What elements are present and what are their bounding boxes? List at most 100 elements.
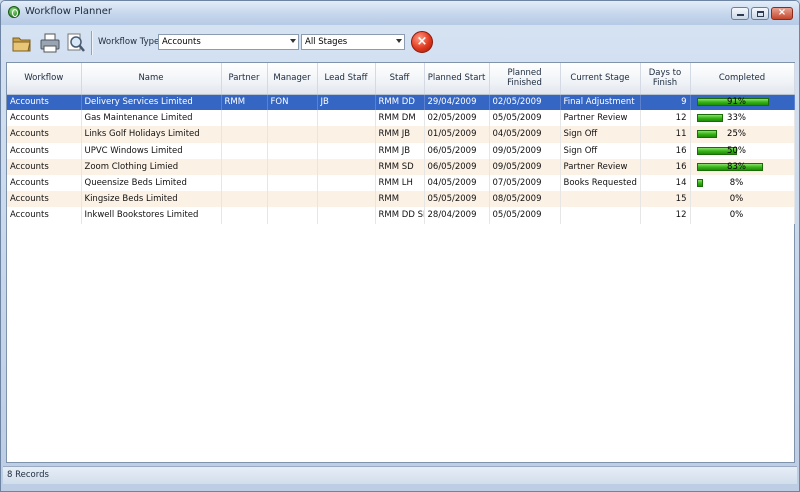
cell-name: Zoom Clothing Limied [81, 158, 222, 175]
cell-lead-staff [317, 174, 376, 192]
cell-manager [267, 110, 318, 127]
cell-lead-staff [317, 207, 376, 224]
progress-bar: 0% [697, 210, 777, 220]
cell-planned-finished: 09/05/2009 [489, 142, 561, 159]
cell-completed: 25% [690, 126, 795, 143]
stage-select[interactable]: All Stages [301, 34, 405, 50]
cell-manager: FON [267, 94, 318, 111]
cell-partner [221, 158, 268, 175]
cell-workflow: Accounts [7, 158, 82, 175]
cell-current-stage: Partner Review [560, 158, 641, 175]
print-icon[interactable] [39, 32, 61, 54]
window-title: Workflow Planner [25, 6, 112, 17]
cell-current-stage [560, 191, 641, 208]
table-row[interactable]: Accounts Delivery Services Limited RMM F… [7, 94, 795, 111]
progress-bar: 0% [697, 194, 777, 204]
minimize-button[interactable] [731, 7, 749, 20]
maximize-icon [757, 11, 764, 17]
table-row[interactable]: Accounts Gas Maintenance Limited RMM DM … [7, 110, 795, 127]
cell-name: Links Golf Holidays Limited [81, 126, 222, 143]
cell-lead-staff [317, 158, 376, 175]
cell-planned-start: 05/05/2009 [424, 191, 490, 208]
column-header-manager[interactable]: Manager [267, 63, 318, 95]
table-row[interactable]: Accounts Zoom Clothing Limied RMM SD 06/… [7, 158, 795, 175]
minimize-icon [737, 14, 744, 16]
cell-staff: RMM JB [375, 142, 425, 159]
column-header-completed[interactable]: Completed [690, 63, 795, 95]
cell-current-stage: Sign Off [560, 126, 641, 143]
table-row[interactable]: Accounts Inkwell Bookstores Limited RMM … [7, 207, 795, 224]
cell-partner [221, 126, 268, 143]
cell-completed: 33% [690, 110, 795, 127]
progress-label: 0% [729, 194, 744, 205]
cell-days-to-finish: 9 [640, 94, 691, 111]
cell-planned-start: 28/04/2009 [424, 207, 490, 224]
cell-workflow: Accounts [7, 191, 82, 208]
cell-planned-finished: 08/05/2009 [489, 191, 561, 208]
progress-label: 33% [727, 113, 746, 124]
cell-partner [221, 142, 268, 159]
column-header-name[interactable]: Name [81, 63, 222, 95]
cell-completed: 50% [690, 142, 795, 159]
stage-value: All Stages [305, 37, 348, 47]
cell-partner: RMM [221, 94, 268, 111]
close-button[interactable]: × [771, 7, 793, 20]
cell-lead-staff [317, 142, 376, 159]
cell-manager [267, 191, 318, 208]
cell-planned-start: 01/05/2009 [424, 126, 490, 143]
cell-days-to-finish: 16 [640, 158, 691, 175]
table-row[interactable]: Accounts Kingsize Beds Limited RMM 05/05… [7, 191, 795, 208]
workflow-type-select[interactable]: Accounts [158, 34, 299, 50]
column-header-workflow[interactable]: Workflow [7, 63, 82, 95]
column-header-lead-staff[interactable]: Lead Staff [317, 63, 376, 95]
progress-label: 83% [727, 161, 746, 172]
column-header-current-stage[interactable]: Current Stage [560, 63, 641, 95]
cell-lead-staff: JB [317, 94, 376, 111]
cell-workflow: Accounts [7, 110, 82, 127]
cell-manager [267, 174, 318, 192]
title-bar[interactable]: Workflow Planner × [1, 1, 799, 25]
maximize-button[interactable] [751, 7, 769, 20]
column-header-staff[interactable]: Staff [375, 63, 425, 95]
table-row[interactable]: Accounts UPVC Windows Limited RMM JB 06/… [7, 142, 795, 159]
cell-manager [267, 142, 318, 159]
progress-bar: 50% [696, 146, 777, 156]
cell-planned-start: 06/05/2009 [424, 158, 490, 175]
cell-partner [221, 174, 268, 192]
cell-completed: 91% [690, 94, 795, 111]
workflow-planner-window: Workflow Planner × Workflow Type Account… [0, 0, 800, 492]
column-header-partner[interactable]: Partner [221, 63, 268, 95]
folder-icon[interactable] [11, 32, 33, 54]
chevron-down-icon [396, 39, 402, 43]
cell-workflow: Accounts [7, 142, 82, 159]
column-header-days-to-finish[interactable]: Days to Finish [640, 63, 691, 95]
status-bar: 8 Records [3, 466, 797, 484]
cell-days-to-finish: 11 [640, 126, 691, 143]
table-row[interactable]: Accounts Queensize Beds Limited RMM LH 0… [7, 174, 795, 192]
cell-completed: 8% [690, 174, 795, 192]
app-icon [8, 6, 20, 18]
cell-name: UPVC Windows Limited [81, 142, 222, 159]
progress-label: 91% [727, 97, 746, 108]
workflow-grid[interactable]: Workflow Name Partner Manager Lead Staff… [6, 62, 795, 463]
column-header-planned-start[interactable]: Planned Start [424, 63, 490, 95]
cancel-button[interactable]: × [411, 31, 433, 53]
table-row[interactable]: Accounts Links Golf Holidays Limited RMM… [7, 126, 795, 143]
cell-completed: 0% [690, 207, 795, 224]
cell-lead-staff [317, 110, 376, 127]
cell-workflow: Accounts [7, 207, 82, 224]
cell-current-stage: Partner Review [560, 110, 641, 127]
header-row: Workflow Name Partner Manager Lead Staff… [7, 63, 795, 95]
cell-manager [267, 126, 318, 143]
cell-current-stage: Sign Off [560, 142, 641, 159]
progress-bar: 83% [696, 161, 777, 172]
cell-planned-start: 02/05/2009 [424, 110, 490, 127]
preview-icon[interactable] [65, 32, 87, 54]
cell-partner [221, 110, 268, 127]
cell-current-stage: Final Adjustment [560, 94, 641, 111]
progress-label: 0% [729, 210, 744, 221]
workflow-type-value: Accounts [162, 37, 201, 47]
column-header-planned-finished[interactable]: Planned Finished [489, 63, 561, 95]
cell-planned-finished: 09/05/2009 [489, 158, 561, 175]
progress-label: 8% [729, 178, 744, 189]
